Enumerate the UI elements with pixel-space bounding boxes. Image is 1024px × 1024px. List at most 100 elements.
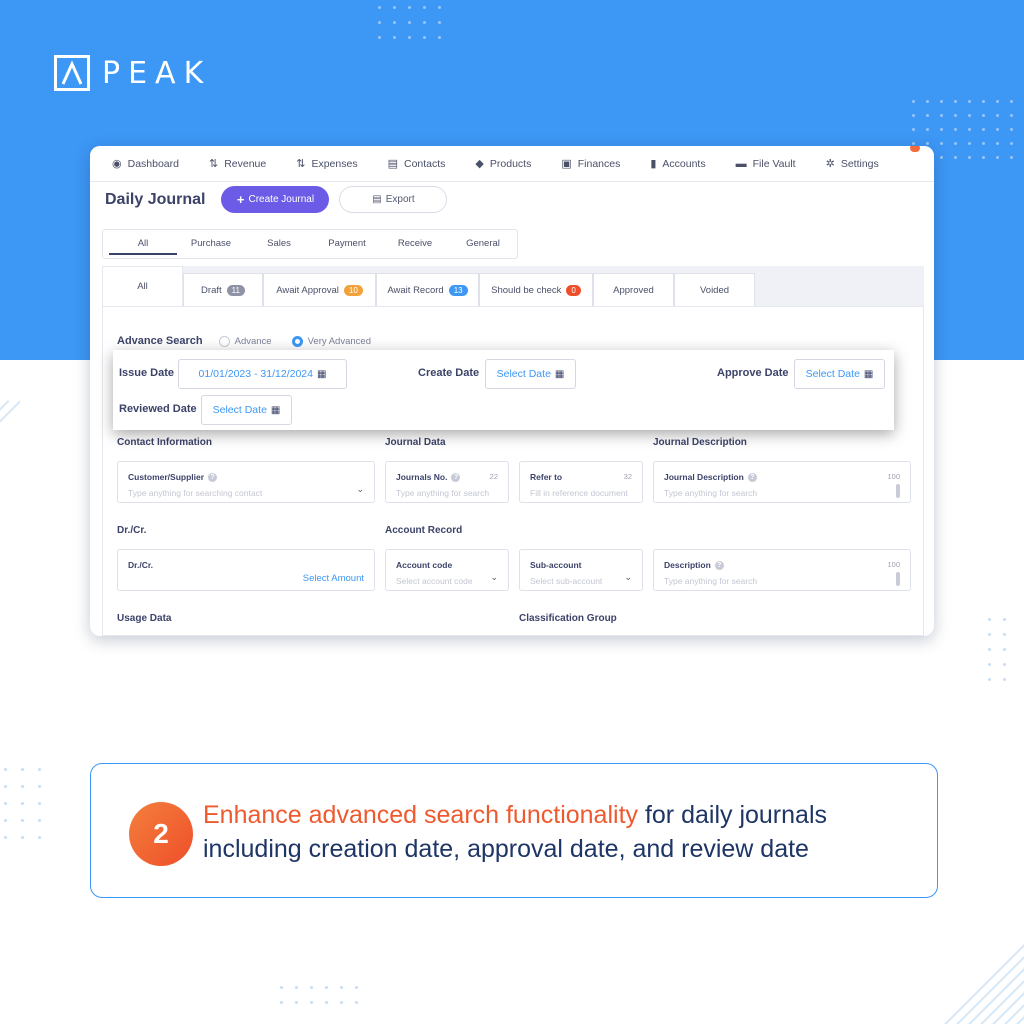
radio-circle-icon <box>218 335 230 347</box>
step-number-badge: 2 <box>129 802 193 866</box>
revenue-icon: ⇅ <box>208 158 219 170</box>
refer-to-field[interactable]: Refer to 32 Fill in reference document <box>519 461 643 503</box>
export-button[interactable]: ▤ Export <box>339 186 448 213</box>
status-tab-await-approval[interactable]: Await Approval 10 <box>263 273 376 306</box>
journal-description-char-count: 100 <box>887 472 900 481</box>
caption-line2: including creation date, approval date, … <box>203 835 809 863</box>
journals-no-char-count: 22 <box>489 472 498 481</box>
issue-date-picker[interactable]: 01/01/2023 - 31/12/2024 ▦ <box>178 359 347 389</box>
description-char-count: 100 <box>887 560 900 569</box>
type-tab-general[interactable]: General <box>449 229 517 259</box>
finances-icon: ▣ <box>561 158 572 170</box>
section-usage-data: Usage Data <box>117 613 172 624</box>
folder-icon: ▬ <box>735 157 747 170</box>
type-tab-payment[interactable]: Payment <box>313 229 381 259</box>
help-icon: ? <box>451 472 461 482</box>
status-tab-should-be-check[interactable]: Should be check 0 <box>479 273 593 306</box>
sub-account-placeholder: Select sub-account <box>530 576 603 586</box>
nav-settings[interactable]: ✲ Settings <box>825 157 879 171</box>
description-field[interactable]: Description? 100 Type anything for searc… <box>653 549 911 591</box>
gear-icon: ✲ <box>825 158 835 170</box>
account-code-field[interactable]: Account code Select account code ⌄ <box>385 549 509 591</box>
should-be-check-count-badge: 0 <box>566 284 581 296</box>
journal-type-tabs: All Purchase Sales Payment Receive Gener… <box>102 229 518 259</box>
nav-file-vault[interactable]: ▬ File Vault <box>736 158 796 170</box>
radio-advance[interactable]: Advance <box>218 335 272 347</box>
await-approval-count-badge: 10 <box>343 284 363 296</box>
peak-logo: PEAK <box>54 55 211 91</box>
feature-caption-text: Enhance advanced search functionality fo… <box>203 798 923 866</box>
feature-caption-card: 2 Enhance advanced search functionality … <box>90 763 938 898</box>
await-record-count-badge: 13 <box>448 284 468 296</box>
create-date-label: Create Date <box>418 367 480 379</box>
account-code-placeholder: Select account code <box>396 576 473 586</box>
help-icon: ? <box>714 560 724 570</box>
status-tab-await-record[interactable]: Await Record 13 <box>376 273 479 306</box>
advance-search-label: Advance Search <box>117 335 203 347</box>
refer-to-placeholder: Fill in reference document <box>530 488 628 498</box>
nav-accounts[interactable]: ▮ Accounts <box>650 157 705 171</box>
reviewed-date-label: Reviewed Date <box>119 403 197 415</box>
caption-line1-rest: for daily journals <box>638 801 827 829</box>
calendar-icon: ▦ <box>270 404 281 416</box>
type-tab-receive[interactable]: Receive <box>381 229 449 259</box>
accounts-icon: ▮ <box>650 158 657 170</box>
caption-highlight: Enhance advanced search functionality <box>203 801 639 829</box>
type-tab-purchase[interactable]: Purchase <box>177 229 245 259</box>
status-tab-draft[interactable]: Draft 11 <box>183 273 263 306</box>
decor-dots-bottom <box>280 986 358 1004</box>
section-classification-group: Classification Group <box>519 613 617 624</box>
resize-handle[interactable] <box>896 484 900 498</box>
status-tab-approved[interactable]: Approved <box>593 273 674 306</box>
help-icon: ? <box>747 472 757 482</box>
calendar-icon: ▦ <box>554 368 565 380</box>
journals-no-field[interactable]: Journals No.? 22 Type anything for searc… <box>385 461 509 503</box>
advance-search-row: Advance Search Advance Very Advanced <box>117 335 391 347</box>
radio-very-advanced[interactable]: Very Advanced <box>291 335 371 347</box>
printer-icon: ▤ <box>372 194 382 205</box>
section-account-record: Account Record <box>385 525 463 536</box>
page-header: Daily Journal + Create Journal ▤ Export <box>105 186 448 213</box>
type-tab-all[interactable]: All <box>109 229 177 259</box>
peak-logo-mark <box>54 55 90 91</box>
decor-dots-top <box>378 6 441 39</box>
create-date-picker[interactable]: Select Date ▦ <box>485 359 576 389</box>
status-tab-voided[interactable]: Voided <box>674 273 755 306</box>
calendar-icon: ▦ <box>863 368 874 380</box>
approve-date-picker[interactable]: Select Date ▦ <box>794 359 885 389</box>
nav-revenue[interactable]: ⇅ Revenue <box>208 157 266 171</box>
nav-contacts[interactable]: ▤ Contacts <box>388 157 446 171</box>
date-filter-card: Issue Date 01/01/2023 - 31/12/2024 ▦ Crea… <box>113 350 894 430</box>
decor-stripes-bottom-right <box>944 944 1024 1024</box>
decor-dots-mid-right <box>988 618 1006 681</box>
decor-stripes-left <box>0 400 20 495</box>
status-tab-all[interactable]: All <box>102 266 183 306</box>
nav-dashboard[interactable]: ◉ Dashboard <box>112 157 179 171</box>
issue-date-label: Issue Date <box>119 367 175 379</box>
section-journal-data: Journal Data <box>385 437 446 448</box>
journal-description-placeholder: Type anything for search <box>664 488 758 498</box>
select-amount-link[interactable]: Select Amount <box>303 573 364 584</box>
nav-products[interactable]: ◆ Products <box>475 157 531 171</box>
status-tabs: All Draft 11 Await Approval 10 Await Recor… <box>102 266 755 306</box>
decor-dots-left <box>4 768 41 839</box>
type-tab-sales[interactable]: Sales <box>245 229 313 259</box>
nav-expenses[interactable]: ⇅ Expenses <box>296 157 357 171</box>
reviewed-date-picker[interactable]: Select Date ▦ <box>201 395 292 425</box>
dashboard-icon: ◉ <box>112 158 122 170</box>
journals-no-placeholder: Type anything for search <box>396 488 490 498</box>
calendar-icon: ▦ <box>316 368 327 380</box>
page-title: Daily Journal <box>105 190 206 208</box>
help-icon: ? <box>208 472 218 482</box>
drcr-field[interactable]: Dr./Cr. Select Amount <box>117 549 375 591</box>
nav-finances[interactable]: ▣ Finances <box>561 157 620 171</box>
refer-to-char-count: 32 <box>623 472 632 481</box>
top-navigation: ◉ Dashboard ⇅ Revenue ⇅ Expenses ▤ Contacts … <box>90 146 934 182</box>
products-icon: ◆ <box>475 158 484 170</box>
journal-description-field[interactable]: Journal Description? 100 Type anything f… <box>653 461 911 503</box>
resize-handle[interactable] <box>896 572 900 586</box>
customer-supplier-field[interactable]: Customer/Supplier? Type anything for sea… <box>117 461 375 503</box>
create-journal-button[interactable]: + Create Journal <box>221 186 330 213</box>
sub-account-field[interactable]: Sub-account Select sub-account ⌄ <box>519 549 643 591</box>
section-drcr: Dr./Cr. <box>117 525 147 536</box>
